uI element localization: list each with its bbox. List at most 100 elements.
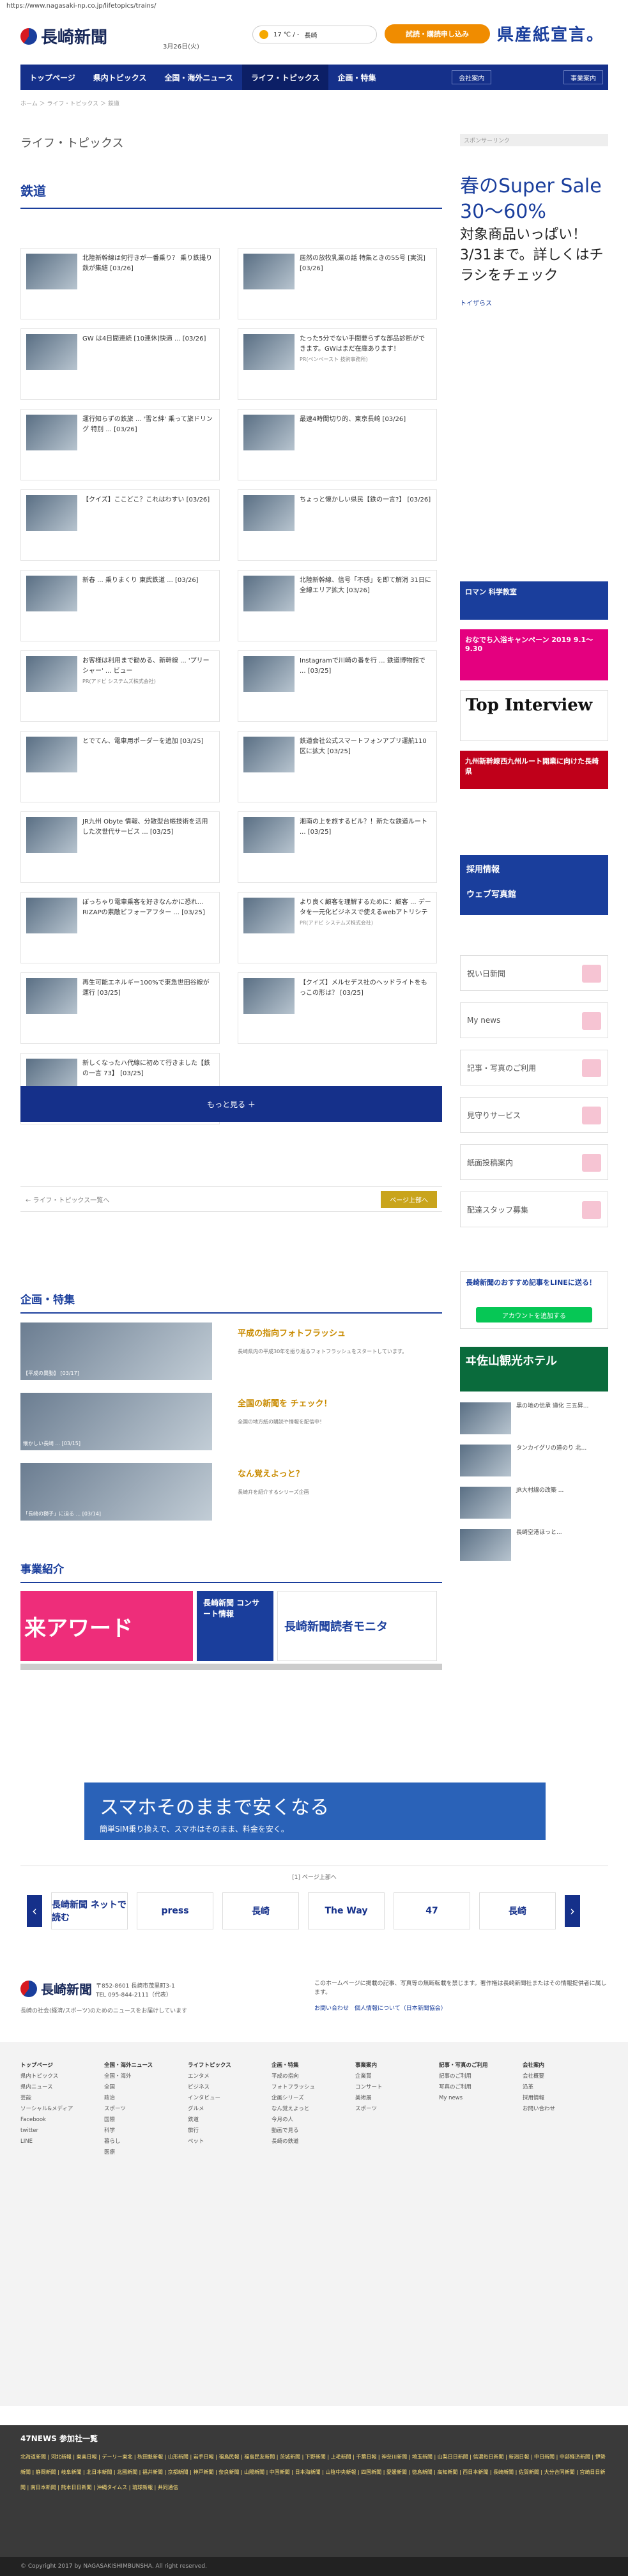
article-card[interactable]: 居然の放牧乳業の話 特集ときの55号 [実況] [03/26]: [238, 248, 437, 319]
footer-link[interactable]: ペット: [188, 2136, 231, 2147]
page-top-button[interactable]: ページ上部へ: [381, 1190, 437, 1208]
business-slider[interactable]: 来アワード 長崎新聞 コンサート情報 長崎新聞読者モニタ: [20, 1591, 442, 1661]
footer-link[interactable]: 写真のご利用: [439, 2082, 488, 2093]
footer-link[interactable]: 美術展: [355, 2093, 383, 2104]
nav-item-feature[interactable]: 企画・特集: [328, 65, 385, 90]
article-card[interactable]: ぼっちゃり電車乗客を好きなんかに恐れ... RIZAPの素敵ビフォーアフター .…: [20, 892, 220, 963]
footer-link[interactable]: ビジネス: [188, 2082, 231, 2093]
footer-link[interactable]: Facebook: [20, 2115, 73, 2126]
footer-link[interactable]: コンサート: [355, 2082, 383, 2093]
sidebar-banner-science[interactable]: ロマン 科学教室: [460, 581, 608, 620]
article-card[interactable]: 湘南の上を旅するビル？！新たな鉄道ルート ... [03/25]: [238, 811, 437, 883]
footer-link[interactable]: なん覚えよっと: [272, 2104, 315, 2115]
sidebar-photo-item[interactable]: 長崎空港ほっと...: [460, 1529, 608, 1561]
sidebar-service-button[interactable]: 見守りサービス: [460, 1097, 608, 1133]
footer-link[interactable]: 企画シリーズ: [272, 2093, 315, 2104]
article-card[interactable]: 北陸新幹線、信号「不感」を即て解消 31日に全線エリア拡大 [03/26]: [238, 570, 437, 641]
article-card[interactable]: 運行知らずの鉄旅 ... '雪と絆' 乗って旅ドリング 特別 ... [03/2…: [20, 409, 220, 480]
back-to-list-link[interactable]: ← ライフ・トピックス一覧へ: [26, 1195, 109, 1204]
article-card[interactable]: Instagramで川崎の番を行 ... 鉄道博物館で ... [03/25]: [238, 650, 437, 722]
footer-link[interactable]: 動画で見る: [272, 2126, 315, 2136]
article-card[interactable]: GW は4日間連続 [10連休]快適 ... [03/26]: [20, 328, 220, 400]
footer-column-head[interactable]: ライフトピックス: [188, 2060, 231, 2071]
carousel-item[interactable]: press: [137, 1892, 213, 1929]
trial-subscribe-button[interactable]: 試読・購読申し込み: [385, 24, 490, 43]
footer-link[interactable]: LINE: [20, 2136, 73, 2147]
business-slide-concert[interactable]: 長崎新聞 コンサート情報: [197, 1591, 273, 1661]
footer-link[interactable]: 県内トピックス: [20, 2071, 73, 2082]
feature-title[interactable]: 全国の新聞を チェック！: [238, 1397, 332, 1409]
footer-link[interactable]: 記事のご利用: [439, 2071, 488, 2082]
carousel-item[interactable]: 47: [394, 1892, 470, 1929]
article-card[interactable]: とでてん、電車用ポーダーを追加 [03/25]: [20, 731, 220, 802]
carousel-next-icon[interactable]: ›: [565, 1895, 580, 1927]
nav-company-button[interactable]: 会社案内: [452, 70, 492, 84]
breadcrumb[interactable]: ホーム ＞ ライフ・トピックス ＞ 鉄道: [20, 99, 119, 107]
carousel-item[interactable]: The Way: [308, 1892, 385, 1929]
nav-business-button[interactable]: 事業案内: [563, 70, 603, 84]
footer-link[interactable]: 芸能: [20, 2093, 73, 2104]
carousel-item[interactable]: 長崎: [479, 1892, 556, 1929]
wide-ad[interactable]: スマホそのままで安くなる 簡単SIM乗り換えで、スマホはそのまま、料金を安く。: [84, 1782, 546, 1840]
footer-link[interactable]: 会社概要: [523, 2071, 555, 2082]
nav-item-top[interactable]: トップページ: [20, 65, 84, 90]
footer-column-head[interactable]: 会社案内: [523, 2060, 555, 2071]
footer-link[interactable]: 全国・海外: [104, 2071, 153, 2082]
footer-link[interactable]: インタビュー: [188, 2093, 231, 2104]
line-add-button[interactable]: アカウントを追加する: [476, 1307, 592, 1322]
article-card[interactable]: JR九州 Obyte 情報、分散型台帳技術を活用した次世代サービス ... [0…: [20, 811, 220, 883]
footer-link[interactable]: 医療: [104, 2147, 153, 2158]
footer-column-head[interactable]: 事業案内: [355, 2060, 383, 2071]
footer-link[interactable]: 全国: [104, 2082, 153, 2093]
article-card[interactable]: たった5分でない手間要らずな部品診断ができます。GWはまだ在庫あります！ PR(ペ…: [238, 328, 437, 400]
article-card[interactable]: 再生可能エネルギー100%で東急世田谷線が運行 [03/25]: [20, 972, 220, 1044]
footer-link[interactable]: 平成の指向: [272, 2071, 315, 2082]
feature-thumbnail[interactable]: 「長崎の獅子」に迫る ... [03/14]: [20, 1463, 212, 1521]
sidebar-service-button[interactable]: 祝い日新聞: [460, 955, 608, 991]
sidebar-photo-item[interactable]: JR大村線の改築 ...: [460, 1487, 608, 1519]
sidebar-photo-item[interactable]: タンカイグリの道のり 北...: [460, 1445, 608, 1476]
slider-progress[interactable]: [20, 1664, 442, 1670]
footer-link[interactable]: 暮らし: [104, 2136, 153, 2147]
footer-link[interactable]: 政治: [104, 2093, 153, 2104]
sidebar-ad[interactable]: 春のSuper Sale 30〜60% 対象商品いっぱい！3/31まで。詳しくは…: [460, 174, 608, 317]
footer-link[interactable]: 旅行: [188, 2126, 231, 2136]
header-promo[interactable]: 県産紙宣言。: [497, 22, 607, 45]
nav-item-national[interactable]: 全国・海外ニュース: [155, 65, 241, 90]
network-links[interactable]: 北海道新聞 | 河北新報 | 東奥日報 | デーリー東北 | 秋田魁新報 | 山…: [20, 2450, 608, 2496]
article-card[interactable]: より良く顧客を理解するために：顧客 ... データを一元化ビジネスで使えるweb…: [238, 892, 437, 963]
sidebar-service-button[interactable]: 紙面投稿案内: [460, 1144, 608, 1180]
article-card[interactable]: 【クイズ】メルセデス社のヘッドライトをもっこの形は？ [03/25]: [238, 972, 437, 1044]
footer-link[interactable]: スポーツ: [355, 2104, 383, 2115]
footer-link[interactable]: ソーシャル&メディア: [20, 2104, 73, 2115]
weather-widget[interactable]: 17 ℃ / - 長崎: [252, 26, 377, 43]
recruit-banner[interactable]: 採用情報 ウェブ写真館: [460, 855, 608, 915]
footer-link[interactable]: 県内ニュース: [20, 2082, 73, 2093]
footer-column-head[interactable]: 記事・写真のご利用: [439, 2060, 488, 2071]
footer-link[interactable]: My news: [439, 2093, 488, 2104]
footer-links[interactable]: お問い合わせ 個人情報について（日本新聞協会）: [314, 2004, 447, 2012]
nav-item-local[interactable]: 県内トピックス: [84, 65, 156, 90]
article-card[interactable]: 新春 ... 乗りまくり 東武鉄道 ... [03/26]: [20, 570, 220, 641]
site-logo[interactable]: 長崎新聞: [20, 24, 107, 48]
footer-link[interactable]: 沿革: [523, 2082, 555, 2093]
business-slide-award[interactable]: 来アワード: [20, 1591, 193, 1661]
footer-link[interactable]: スポーツ: [104, 2104, 153, 2115]
sidebar-banner-campaign[interactable]: おなでち入浴キャンペーン 2019 9.1〜9.30: [460, 629, 608, 680]
footer-link[interactable]: twitter: [20, 2126, 73, 2136]
carousel-prev-icon[interactable]: ‹: [27, 1895, 42, 1927]
sidebar-banner-shinkansen[interactable]: 九州新幹線西九州ルート開業に向けた長崎県: [460, 751, 608, 789]
sidebar-service-button[interactable]: My news: [460, 1002, 608, 1038]
footer-column-head[interactable]: トップページ: [20, 2060, 73, 2071]
feature-thumbnail[interactable]: 【平成の異動】 [03/17]: [20, 1322, 212, 1380]
article-card[interactable]: 最速4時間切り的、東京長崎 [03/26]: [238, 409, 437, 480]
article-card[interactable]: 【クイズ】ここどこ？これはわすい [03/26]: [20, 489, 220, 561]
carousel-item[interactable]: 長崎: [222, 1892, 299, 1929]
sidebar-service-button[interactable]: 記事・写真のご利用: [460, 1050, 608, 1085]
footer-link[interactable]: グルメ: [188, 2104, 231, 2115]
article-card[interactable]: 北陸新幹線は何行きが一番乗り？ 乗り鉄撮り鉄が集結 [03/26]: [20, 248, 220, 319]
footer-link[interactable]: 国際: [104, 2115, 153, 2126]
footer-link[interactable]: 企業賞: [355, 2071, 383, 2082]
footer-link[interactable]: 採用情報: [523, 2093, 555, 2104]
sidebar-service-button[interactable]: 配達スタッフ募集: [460, 1192, 608, 1227]
